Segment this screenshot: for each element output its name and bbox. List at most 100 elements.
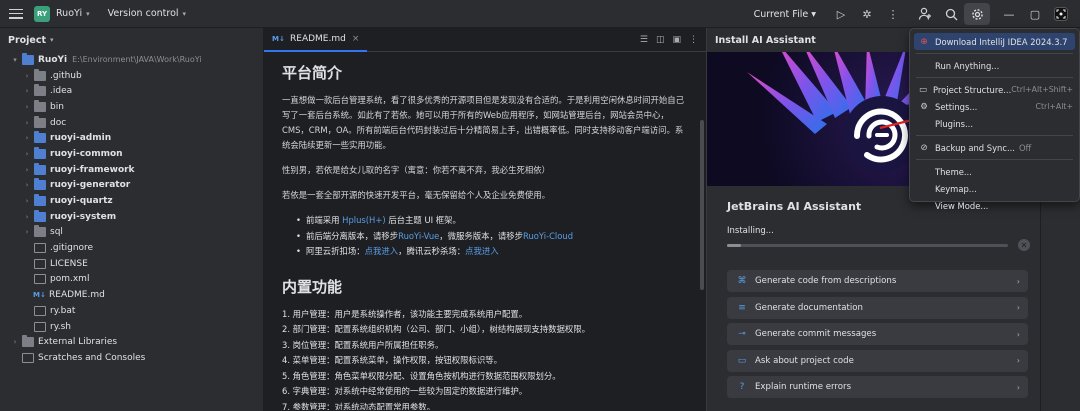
progress-fill: [727, 244, 742, 247]
tree-item[interactable]: › ruoyi-admin: [0, 130, 263, 146]
split-view-icon[interactable]: ◫: [656, 35, 665, 45]
tree-item[interactable]: M↓ README.md: [0, 287, 263, 303]
tab-readme[interactable]: M↓ README.md ×: [264, 28, 368, 52]
project-tree: ▾ RuoYi E:\Environment\JAVA\Work\RuoYi › .gi…: [0, 52, 263, 366]
tree-item[interactable]: › ruoyi-generator: [0, 178, 263, 194]
tree-item[interactable]: › .github: [0, 68, 263, 84]
menu-item-keymap[interactable]: Keymap...: [910, 180, 1079, 197]
chevron-right-icon[interactable]: ›: [22, 228, 32, 236]
chevron-right-icon[interactable]: ›: [22, 181, 32, 189]
editor-only-icon[interactable]: ☰: [640, 35, 648, 45]
chevron-right-icon[interactable]: ›: [22, 72, 32, 80]
menu-item-settings[interactable]: ⚙ Settings... Ctrl+Alt+: [910, 98, 1079, 115]
link-tencent[interactable]: 点我进入: [465, 246, 499, 256]
paragraph: 性别男，若依是给女儿取的名字（寓意：你若不离不弃，我必生死相依）: [282, 165, 550, 175]
module-folder-icon: [34, 194, 46, 207]
restore-icon[interactable]: ▢: [1022, 3, 1048, 25]
project-name[interactable]: RuoYi: [56, 8, 82, 19]
folder-icon: ▭: [918, 84, 927, 95]
menu-item-run-anything[interactable]: Run Anything...: [910, 57, 1079, 74]
tree-item[interactable]: › .idea: [0, 83, 263, 99]
chevron-down-icon[interactable]: ▾: [10, 56, 20, 64]
tree-item[interactable]: .gitignore: [0, 240, 263, 256]
list-item: 1. 用户管理：用户是系统操作者，该功能主要完成系统用户配置。: [282, 308, 528, 319]
chevron-right-icon[interactable]: ›: [22, 213, 32, 221]
menu-separator: [916, 53, 1073, 54]
preview-only-icon[interactable]: ▣: [672, 35, 681, 45]
chevron-down-icon[interactable]: ▾: [183, 10, 187, 18]
menu-item-project-structure[interactable]: ▭ Project Structure... Ctrl+Alt+Shift+: [910, 81, 1079, 98]
file-icon: [34, 274, 46, 285]
tree-root[interactable]: ▾ RuoYi E:\Environment\JAVA\Work\RuoYi: [0, 52, 263, 68]
chevron-right-icon: ›: [1016, 382, 1020, 392]
gear-icon[interactable]: [964, 3, 990, 25]
tree-item[interactable]: › ruoyi-system: [0, 209, 263, 225]
ai-feature-button[interactable]: ≡ Generate documentation ›: [727, 296, 1028, 319]
close-icon[interactable]: ×: [352, 34, 360, 44]
library-icon: [22, 335, 34, 348]
chevron-right-icon[interactable]: ›: [22, 197, 32, 205]
chevron-right-icon[interactable]: ›: [22, 134, 32, 142]
chevron-right-icon[interactable]: ›: [10, 338, 20, 346]
menu-item-plugins[interactable]: Plugins...: [910, 115, 1079, 132]
tree-item[interactable]: ry.bat: [0, 303, 263, 319]
ai-feature-button[interactable]: ⌘ Generate code from descriptions ›: [727, 270, 1028, 292]
tree-item[interactable]: ry.sh: [0, 319, 263, 335]
chevron-down-icon[interactable]: ▾: [50, 36, 54, 44]
chevron-right-icon[interactable]: ›: [22, 87, 32, 95]
chevron-right-icon[interactable]: ›: [22, 166, 32, 174]
menu-item-download-update[interactable]: ⊕ Download IntelliJ IDEA 2024.3.7: [914, 33, 1075, 50]
chevron-right-icon: ›: [1016, 356, 1020, 365]
cancel-install-icon[interactable]: ✕: [1018, 239, 1030, 251]
list-item: 3. 岗位管理：配置系统用户所属担任职务。: [282, 339, 444, 350]
tree-external-libraries[interactable]: › External Libraries: [0, 334, 263, 350]
list-item: 阿里云折扣场：点我进入，腾讯云秒杀场：点我进入: [296, 244, 688, 260]
project-badge[interactable]: RY: [34, 5, 50, 22]
chevron-right-icon: ›: [1016, 303, 1020, 312]
vcs-widget[interactable]: Version control: [108, 8, 179, 19]
editor-scrollbar[interactable]: [700, 120, 704, 290]
chevron-right-icon: ›: [1016, 329, 1020, 339]
search-icon[interactable]: [938, 3, 964, 25]
chevron-down-icon[interactable]: ▾: [86, 10, 90, 18]
tree-item[interactable]: pom.xml: [0, 272, 263, 288]
link-aliyun[interactable]: 点我进入: [365, 246, 399, 256]
more-icon[interactable]: ⋮: [689, 35, 698, 45]
screenshot-icon[interactable]: [1048, 3, 1074, 25]
add-user-icon[interactable]: [912, 3, 938, 25]
markdown-icon: M↓: [272, 34, 285, 43]
link-ruoyi-vue[interactable]: RuoYi-Vue: [398, 231, 439, 241]
main-menu-icon[interactable]: [8, 7, 24, 21]
menu-separator: [916, 77, 1073, 78]
tree-item[interactable]: LICENSE: [0, 256, 263, 272]
ai-feature-button[interactable]: ? Explain runtime errors ›: [727, 376, 1028, 398]
run-icon[interactable]: ▷: [828, 3, 854, 25]
tree-item[interactable]: › bin: [0, 99, 263, 115]
list-item: 5. 角色管理：角色菜单权限分配、设置角色按机构进行数据范围权限划分。: [282, 370, 561, 381]
link-hplus[interactable]: Hplus(H+): [342, 215, 385, 225]
minimize-icon[interactable]: —: [996, 3, 1022, 25]
list-item: 2. 部门管理：配置系统组织机构（公司、部门、小组），树结构展现支持数据权限。: [282, 324, 590, 335]
tree-item[interactable]: › ruoyi-framework: [0, 162, 263, 178]
chevron-right-icon[interactable]: ›: [22, 119, 32, 127]
tree-item[interactable]: › ruoyi-quartz: [0, 193, 263, 209]
chevron-right-icon[interactable]: ›: [22, 103, 32, 111]
menu-separator: [916, 135, 1073, 136]
menu-item-backup-sync[interactable]: ⊘ Backup and Sync... Off: [910, 139, 1079, 156]
project-title[interactable]: Project ▾: [0, 28, 263, 52]
ai-feature-button[interactable]: ▭ Ask about project code ›: [727, 349, 1028, 372]
link-ruoyi-cloud[interactable]: RuoYi-Cloud: [523, 231, 573, 241]
menu-item-view-mode[interactable]: View Mode...: [910, 197, 1079, 214]
module-folder-icon: [34, 146, 46, 159]
debug-icon[interactable]: ✲: [854, 3, 880, 25]
menu-item-theme[interactable]: Theme...: [910, 163, 1079, 180]
tree-scratches[interactable]: Scratches and Consoles: [0, 350, 263, 366]
more-icon[interactable]: ⋮: [880, 3, 906, 25]
tree-item[interactable]: › doc: [0, 115, 263, 131]
tree-item[interactable]: › ruoyi-common: [0, 146, 263, 162]
run-config-selector[interactable]: Current File ▾: [754, 9, 816, 20]
module-folder-icon: [34, 162, 46, 175]
ai-feature-button[interactable]: ⊸ Generate commit messages ›: [727, 323, 1028, 345]
tree-item[interactable]: › sql: [0, 225, 263, 241]
chevron-right-icon[interactable]: ›: [22, 150, 32, 158]
